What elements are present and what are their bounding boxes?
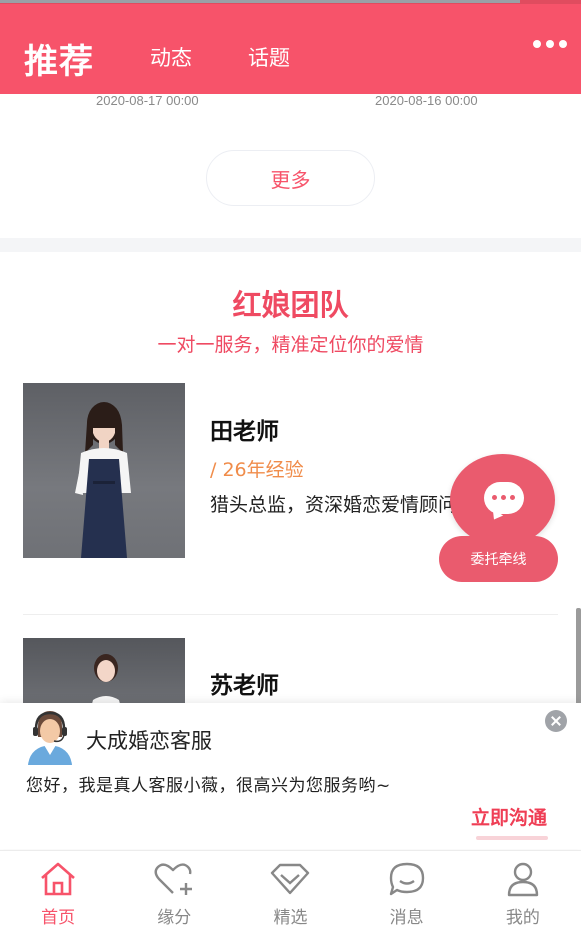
nav-label: 我的 bbox=[505, 908, 540, 928]
tab-recommend[interactable]: 推荐 bbox=[24, 34, 94, 83]
post-date: 2020-08-17 00:00 bbox=[96, 93, 199, 108]
team-title: 红娘团队 bbox=[232, 288, 349, 322]
nav-item-home[interactable]: 首页 bbox=[0, 851, 116, 929]
matchmaker-portrait bbox=[75, 402, 131, 558]
nav-label: 首页 bbox=[41, 908, 76, 928]
nav-item-fate[interactable]: 缘分 bbox=[116, 851, 232, 929]
matchmaker-description: 猎头总监，资深婚恋爱情顾问 bbox=[210, 494, 458, 516]
nav-item-mine[interactable]: 我的 bbox=[465, 851, 581, 929]
tab-topics[interactable]: 话题 bbox=[248, 42, 290, 72]
contact-now-button[interactable]: 立即沟通 bbox=[471, 803, 547, 830]
nav-item-featured[interactable]: 精选 bbox=[232, 851, 348, 929]
status-progress-line bbox=[0, 0, 520, 3]
home-icon bbox=[41, 862, 75, 896]
matchmaker-experience: / 26年经验 bbox=[210, 459, 304, 481]
chat-icon bbox=[389, 862, 424, 896]
customer-service-popup: 大成婚恋客服 您好，我是真人客服小薇，很高兴为您服务哟~ 立即沟通 bbox=[0, 703, 581, 849]
customer-service-title: 大成婚恋客服 bbox=[86, 729, 212, 753]
nav-label: 精选 bbox=[273, 908, 308, 928]
bottom-nav: 首页 缘分 精选 消息 我的 bbox=[0, 850, 581, 929]
nav-label: 缘分 bbox=[157, 908, 192, 928]
customer-service-message: 您好，我是真人客服小薇，很高兴为您服务哟~ bbox=[26, 776, 391, 796]
contact-now-underline bbox=[476, 836, 548, 840]
post-date: 2020-08-16 00:00 bbox=[375, 93, 478, 108]
close-icon[interactable] bbox=[545, 710, 567, 732]
chat-bubble-icon bbox=[484, 482, 524, 514]
more-options-icon[interactable] bbox=[533, 40, 567, 48]
chat-float-button[interactable] bbox=[450, 454, 555, 546]
customer-service-avatar-icon bbox=[28, 711, 72, 765]
entrust-matchmaking-button[interactable]: 委托牵线 bbox=[439, 536, 558, 582]
matchmaker-photo[interactable] bbox=[23, 383, 185, 558]
heart-plus-icon bbox=[154, 863, 193, 895]
nav-item-messages[interactable]: 消息 bbox=[349, 851, 465, 929]
section-divider bbox=[0, 238, 581, 252]
team-subtitle: 一对一服务，精准定位你的爱情 bbox=[157, 334, 424, 356]
top-header: 推荐 动态 话题 bbox=[0, 4, 581, 94]
nav-label: 消息 bbox=[389, 908, 424, 928]
list-divider bbox=[23, 614, 558, 615]
matchmaker-name[interactable]: 苏老师 bbox=[210, 666, 279, 700]
more-button[interactable]: 更多 bbox=[206, 150, 375, 206]
tab-dynamic[interactable]: 动态 bbox=[150, 42, 192, 72]
matchmaker-portrait bbox=[91, 654, 121, 708]
diamond-icon bbox=[271, 863, 310, 895]
matchmaker-name[interactable]: 田老师 bbox=[210, 412, 279, 446]
matchmaker-photo[interactable] bbox=[23, 638, 185, 708]
user-icon bbox=[507, 862, 539, 897]
